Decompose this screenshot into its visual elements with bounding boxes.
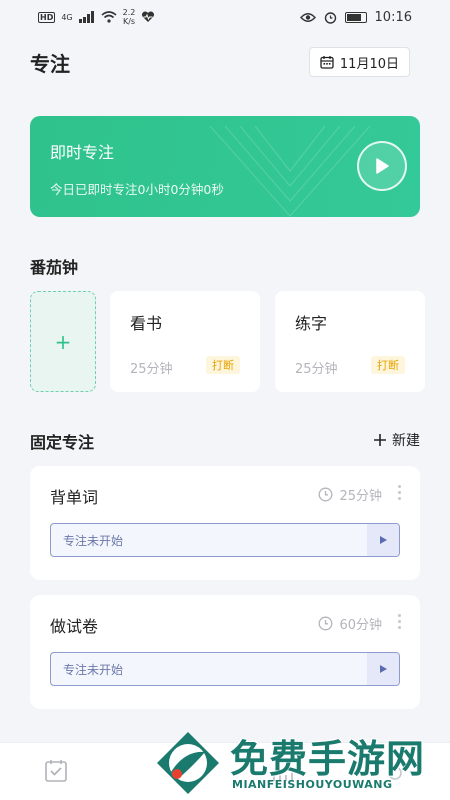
hd-badge: HD bbox=[38, 11, 56, 23]
triangle-right-icon bbox=[379, 665, 387, 673]
add-tomato-label: + bbox=[54, 329, 72, 354]
tomato-card[interactable]: 练字 25分钟 打断 bbox=[275, 291, 425, 392]
net-speed-unit: K/s bbox=[122, 17, 136, 26]
focus-status-text: 专注未开始 bbox=[63, 662, 124, 677]
battery-icon bbox=[344, 11, 367, 23]
clock-icon bbox=[319, 487, 333, 502]
net-speed: 2.2 K/s bbox=[123, 8, 136, 26]
header: 专注 11月10日 bbox=[30, 44, 410, 80]
interrupt-badge: 打断 bbox=[371, 356, 405, 374]
signal-icon bbox=[78, 11, 94, 23]
focus-status-bar[interactable]: 专注未开始 bbox=[50, 523, 400, 557]
date-label: 11月10日 bbox=[339, 56, 399, 72]
start-button[interactable] bbox=[367, 653, 399, 685]
date-picker-button[interactable]: 11月10日 bbox=[308, 47, 410, 77]
instant-focus-summary: 今日已即时专注0小时0分钟0秒 bbox=[50, 182, 224, 197]
card-decoration bbox=[209, 125, 371, 217]
focus-status-text: 专注未开始 bbox=[63, 533, 124, 548]
tomato-card[interactable]: 看书 25分钟 打断 bbox=[110, 291, 260, 392]
new-fixed-button[interactable]: 新建 bbox=[374, 430, 420, 450]
fixed-focus-card[interactable]: 背单词 25分钟 专注未开始 bbox=[30, 466, 420, 580]
alarm-icon bbox=[324, 11, 336, 24]
wifi-icon bbox=[101, 11, 117, 23]
more-vertical-icon[interactable] bbox=[398, 614, 402, 629]
focus-status-bar[interactable]: 专注未开始 bbox=[50, 652, 400, 686]
calendar-icon bbox=[320, 56, 334, 69]
play-button[interactable] bbox=[357, 141, 407, 191]
start-button[interactable] bbox=[367, 524, 399, 556]
heart-rate-icon bbox=[142, 11, 155, 22]
network-label: 4G bbox=[61, 12, 73, 22]
watermark-text: 免费手游网 bbox=[230, 737, 426, 781]
tomato-duration: 25分钟 bbox=[130, 362, 173, 377]
more-vertical-icon[interactable] bbox=[398, 485, 402, 500]
status-right: 10:16 bbox=[299, 9, 412, 25]
fixed-focus-card[interactable]: 做试卷 60分钟 专注未开始 bbox=[30, 595, 420, 709]
new-label: 新建 bbox=[392, 433, 420, 449]
triangle-right-icon bbox=[379, 536, 387, 544]
play-icon bbox=[376, 158, 389, 174]
tomato-section-title: 番茄钟 bbox=[30, 258, 79, 277]
plus-icon bbox=[374, 434, 386, 446]
tomato-name: 看书 bbox=[130, 314, 163, 333]
fixed-duration-label: 60分钟 bbox=[339, 618, 382, 633]
fixed-name: 背单词 bbox=[50, 488, 99, 507]
tomato-duration: 25分钟 bbox=[295, 362, 338, 377]
page-title: 专注 bbox=[30, 51, 70, 76]
eye-icon bbox=[299, 12, 316, 22]
status-left: HD 4G 2.2 K/s bbox=[38, 8, 155, 26]
checklist-icon[interactable] bbox=[44, 759, 68, 783]
interrupt-badge: 打断 bbox=[206, 356, 240, 374]
watermark-logo-icon bbox=[157, 732, 219, 794]
net-speed-value: 2.2 bbox=[122, 8, 136, 17]
clock-time: 10:16 bbox=[374, 9, 412, 25]
tomato-name: 练字 bbox=[295, 314, 328, 333]
fixed-name: 做试卷 bbox=[50, 617, 99, 636]
add-tomato-button[interactable]: + bbox=[30, 291, 96, 392]
status-bar: HD 4G 2.2 K/s 10:16 bbox=[0, 0, 450, 34]
instant-focus-card[interactable]: 即时专注 今日已即时专注0小时0分钟0秒 bbox=[30, 116, 420, 217]
fixed-duration: 25分钟 bbox=[318, 485, 382, 504]
fixed-duration-label: 25分钟 bbox=[339, 489, 382, 504]
fixed-section-title: 固定专注 bbox=[30, 433, 95, 452]
watermark-subtext: MIANFEISHOUYOUWANG bbox=[232, 778, 393, 791]
fixed-duration: 60分钟 bbox=[318, 614, 382, 633]
clock-icon bbox=[319, 616, 333, 631]
instant-focus-title: 即时专注 bbox=[50, 143, 115, 162]
site-watermark: 免费手游网 MIANFEISHOUYOUWANG bbox=[150, 726, 450, 800]
